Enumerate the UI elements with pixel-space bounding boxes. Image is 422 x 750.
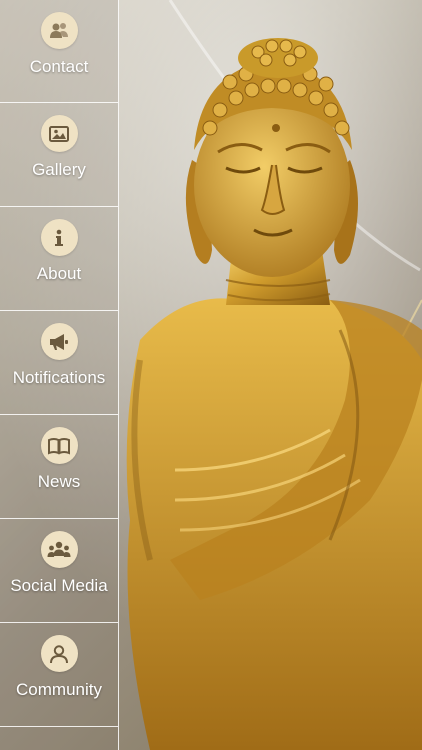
user-icon [40,635,78,672]
gallery-image-icon [40,115,78,152]
menu-label-gallery: Gallery [32,160,86,179]
menu-item-community[interactable]: Community [0,623,118,727]
book-icon [40,427,78,464]
menu-item-notifications[interactable]: Notifications [0,311,118,415]
app-screen: Contact Gallery About Notifications News… [0,0,422,750]
menu-label-social-media: Social Media [10,576,108,595]
menu-item-about[interactable]: About [0,207,118,311]
menu-label-notifications: Notifications [12,368,106,387]
menu-label-news: News [37,472,81,491]
group-people-icon [40,531,78,568]
info-icon [40,219,78,256]
menu-item-social-media[interactable]: Social Media [0,519,118,623]
menu-label-community: Community [16,680,102,699]
menu-label-about: About [36,264,82,283]
menu-item-news[interactable]: News [0,415,118,519]
side-navigation-menu: Contact Gallery About Notifications News… [0,0,119,750]
menu-item-gallery[interactable]: Gallery [0,103,118,207]
menu-item-contact[interactable]: Contact [0,0,118,103]
megaphone-icon [40,323,78,360]
menu-label-contact: Contact [29,57,89,76]
contact-people-icon [40,12,78,49]
